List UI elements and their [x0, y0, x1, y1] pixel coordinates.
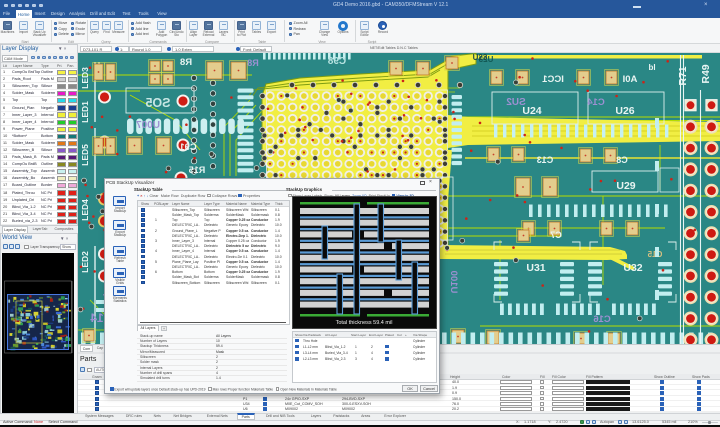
- svg-text:C98: C98: [327, 56, 346, 67]
- svg-text:C8: C8: [616, 155, 628, 165]
- svg-text:R8: R8: [180, 57, 192, 68]
- svg-text:LED5: LED5: [80, 144, 90, 166]
- svg-text:LED3: LED3: [80, 67, 90, 89]
- svg-text:R15: R15: [189, 165, 206, 175]
- svg-text:R8: R8: [247, 58, 259, 68]
- svg-text:SO5: SO5: [145, 96, 170, 110]
- svg-text:LED4: LED4: [80, 199, 90, 221]
- svg-text:R71: R71: [677, 66, 689, 85]
- svg-text:Total thickness 59.4 mil: Total thickness 59.4 mil: [336, 320, 393, 326]
- svg-text:C16: C16: [593, 314, 610, 325]
- svg-text:U100: U100: [448, 271, 459, 294]
- svg-text:C14: C14: [587, 97, 605, 108]
- svg-text:U29: U29: [616, 180, 635, 192]
- svg-text:C13: C13: [537, 155, 554, 165]
- svg-text:U31: U31: [526, 262, 545, 274]
- svg-text:LED2: LED2: [80, 251, 90, 273]
- svg-text:C15: C15: [647, 250, 662, 259]
- svg-text:A0I: A0I: [623, 74, 638, 85]
- svg-text:U32: U32: [623, 262, 642, 274]
- svg-text:U007: U007: [136, 120, 160, 131]
- svg-text:R49: R49: [700, 64, 712, 83]
- svg-text:14: 14: [90, 311, 104, 325]
- svg-text:SU2: SU2: [506, 97, 526, 108]
- svg-text:U23: U23: [473, 53, 488, 62]
- svg-text:ICC1: ICC1: [541, 74, 563, 85]
- svg-text:bl: bl: [648, 63, 655, 72]
- svg-text:U26: U26: [615, 105, 634, 117]
- svg-text:C91: C91: [179, 142, 197, 153]
- svg-text:C7: C7: [550, 230, 562, 240]
- svg-text:LED1: LED1: [80, 101, 90, 123]
